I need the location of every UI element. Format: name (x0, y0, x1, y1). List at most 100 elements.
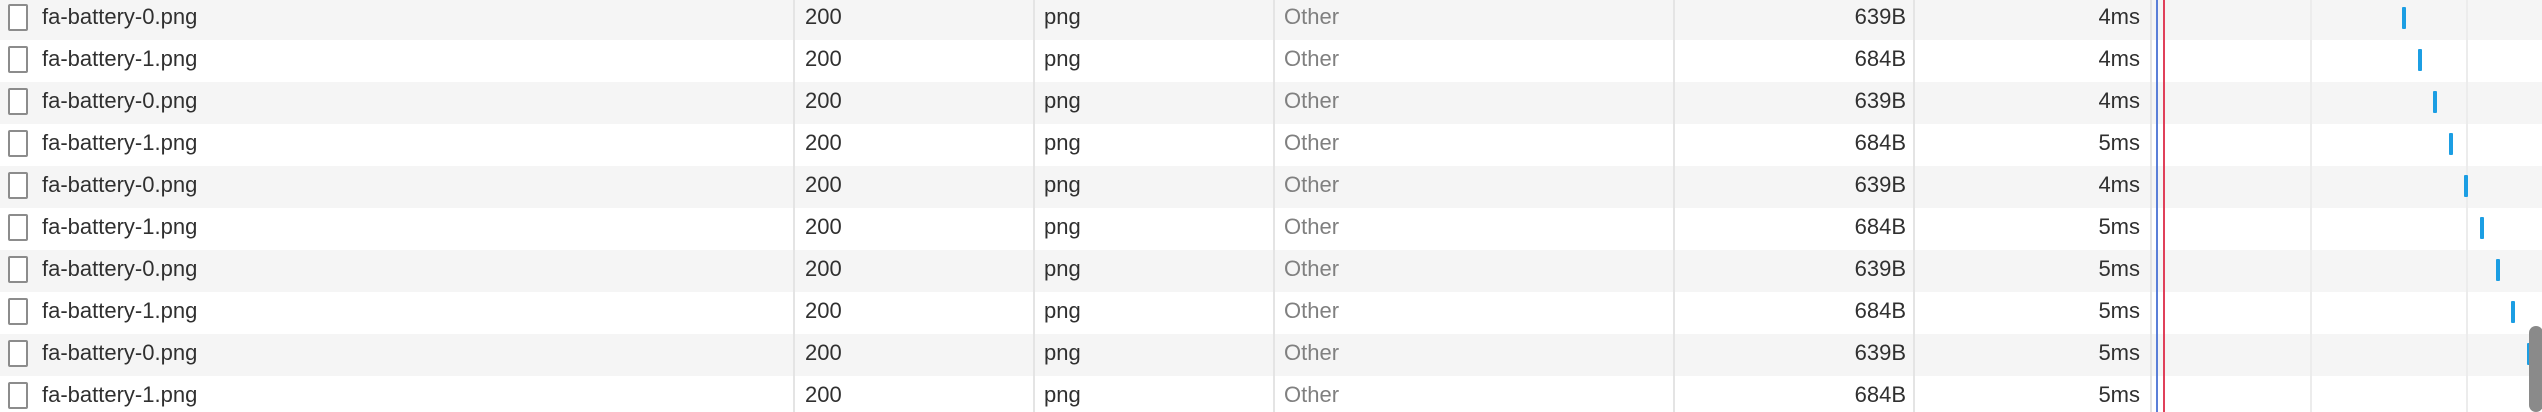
column-divider[interactable] (1673, 0, 1675, 412)
duration: 5ms (2098, 214, 2140, 239)
transfer-size: 639B (1854, 256, 1906, 281)
file-icon (8, 382, 28, 409)
request-row[interactable]: fa-battery-0.png 200 png Other 639B 5ms (0, 334, 2542, 376)
request-row[interactable]: fa-battery-0.png 200 png Other 639B 4ms (0, 82, 2542, 124)
initiator: Other (1284, 130, 1340, 155)
duration: 5ms (2098, 382, 2140, 407)
initiator: Other (1284, 382, 1340, 407)
file-name: fa-battery-1.png (42, 214, 198, 239)
waterfall-timing-bar (2464, 175, 2469, 197)
resource-type: png (1044, 4, 1081, 29)
resource-type: png (1044, 256, 1081, 281)
status-code: 200 (805, 4, 842, 29)
request-row[interactable]: fa-battery-1.png 200 png Other 684B 5ms (0, 124, 2542, 166)
duration: 4ms (2098, 4, 2140, 29)
status-code: 200 (805, 214, 842, 239)
file-icon (8, 340, 28, 367)
scrollbar-thumb[interactable] (2529, 326, 2542, 412)
status-code: 200 (805, 46, 842, 71)
file-name: fa-battery-0.png (42, 256, 198, 281)
resource-type: png (1044, 46, 1081, 71)
file-icon (8, 214, 28, 241)
waterfall-timing-bar (2448, 133, 2453, 155)
initiator: Other (1284, 172, 1340, 197)
resource-type: png (1044, 214, 1081, 239)
duration: 5ms (2098, 130, 2140, 155)
file-icon (8, 4, 28, 31)
resource-type: png (1044, 130, 1081, 155)
initiator: Other (1284, 214, 1340, 239)
status-code: 200 (805, 130, 842, 155)
request-row[interactable]: fa-battery-1.png 200 png Other 684B 4ms (0, 40, 2542, 82)
resource-type: png (1044, 298, 1081, 323)
transfer-size: 639B (1854, 4, 1906, 29)
request-row[interactable]: fa-battery-1.png 200 png Other 684B 5ms (0, 376, 2542, 412)
waterfall-timing-bar (2417, 49, 2422, 71)
transfer-size: 684B (1854, 46, 1906, 71)
waterfall-timing-bar (2511, 301, 2516, 323)
status-code: 200 (805, 88, 842, 113)
status-code: 200 (805, 172, 842, 197)
load-event-marker (2163, 0, 2165, 412)
status-code: 200 (805, 256, 842, 281)
transfer-size: 639B (1854, 88, 1906, 113)
resource-type: png (1044, 382, 1081, 407)
file-icon (8, 256, 28, 283)
file-icon (8, 130, 28, 157)
file-name: fa-battery-1.png (42, 130, 198, 155)
initiator: Other (1284, 340, 1340, 365)
duration: 5ms (2098, 298, 2140, 323)
status-code: 200 (805, 340, 842, 365)
column-divider[interactable] (1033, 0, 1035, 412)
duration: 4ms (2098, 172, 2140, 197)
waterfall-timing-bar (2495, 259, 2500, 281)
initiator: Other (1284, 256, 1340, 281)
request-row[interactable]: fa-battery-1.png 200 png Other 684B 5ms (0, 292, 2542, 334)
transfer-size: 684B (1854, 214, 1906, 239)
status-code: 200 (805, 382, 842, 407)
duration: 5ms (2098, 340, 2140, 365)
column-divider[interactable] (1913, 0, 1915, 412)
resource-type: png (1044, 172, 1081, 197)
transfer-size: 684B (1854, 130, 1906, 155)
request-row[interactable]: fa-battery-0.png 200 png Other 639B 4ms (0, 0, 2542, 40)
duration: 4ms (2098, 88, 2140, 113)
file-name: fa-battery-0.png (42, 4, 198, 29)
duration: 4ms (2098, 46, 2140, 71)
file-icon (8, 172, 28, 199)
status-code: 200 (805, 298, 842, 323)
file-icon (8, 298, 28, 325)
dom-content-loaded-marker (2156, 0, 2158, 412)
request-row[interactable]: fa-battery-0.png 200 png Other 639B 5ms (0, 250, 2542, 292)
column-divider[interactable] (2150, 0, 2152, 412)
resource-type: png (1044, 88, 1081, 113)
transfer-size: 684B (1854, 382, 1906, 407)
request-row[interactable]: fa-battery-0.png 200 png Other 639B 4ms (0, 166, 2542, 208)
file-name: fa-battery-0.png (42, 172, 198, 197)
file-name: fa-battery-0.png (42, 88, 198, 113)
duration: 5ms (2098, 256, 2140, 281)
file-icon (8, 46, 28, 73)
waterfall-timing-bar (2480, 217, 2484, 239)
waterfall-timing-bar (2433, 91, 2438, 113)
initiator: Other (1284, 4, 1340, 29)
initiator: Other (1284, 88, 1340, 113)
file-name: fa-battery-1.png (42, 298, 198, 323)
waterfall-gridline (2310, 0, 2312, 412)
file-name: fa-battery-1.png (42, 382, 198, 407)
transfer-size: 684B (1854, 298, 1906, 323)
request-row[interactable]: fa-battery-1.png 200 png Other 684B 5ms (0, 208, 2542, 250)
column-divider[interactable] (793, 0, 795, 412)
file-name: fa-battery-0.png (42, 340, 198, 365)
column-divider[interactable] (1273, 0, 1275, 412)
resource-type: png (1044, 340, 1081, 365)
waterfall-gridline (2466, 0, 2468, 412)
initiator: Other (1284, 298, 1340, 323)
transfer-size: 639B (1854, 172, 1906, 197)
network-request-table: fa-battery-0.png 200 png Other 639B 4ms fa-bat… (0, 0, 2542, 412)
waterfall-timing-bar (2402, 7, 2406, 29)
file-icon (8, 88, 28, 115)
initiator: Other (1284, 46, 1340, 71)
transfer-size: 639B (1854, 340, 1906, 365)
file-name: fa-battery-1.png (42, 46, 198, 71)
